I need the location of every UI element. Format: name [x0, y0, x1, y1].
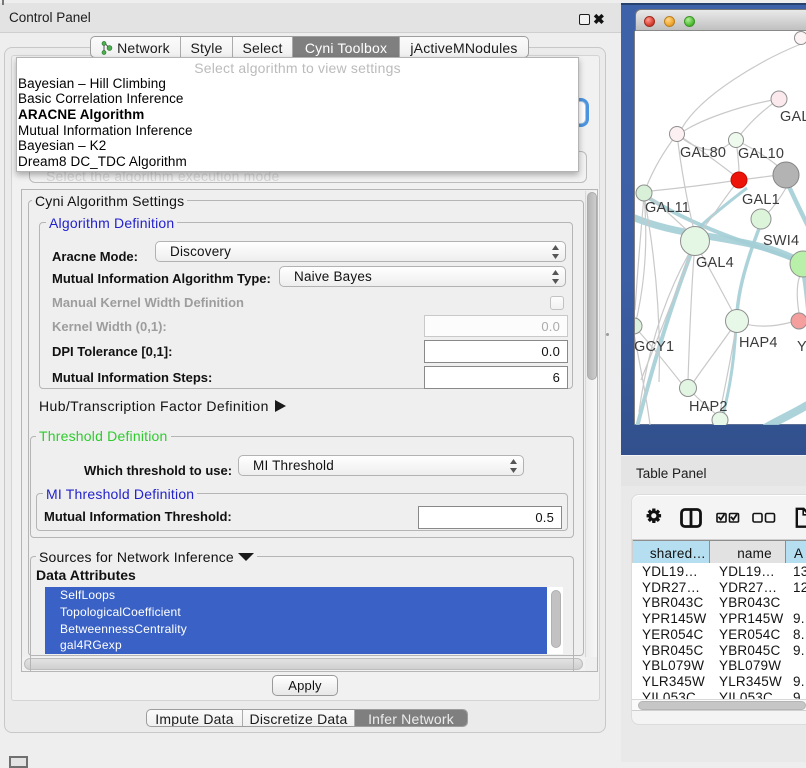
svg-text:YD: YD [797, 339, 806, 355]
svg-text:GAL7: GAL7 [780, 109, 806, 125]
svg-text:GCY1: GCY1 [635, 339, 674, 355]
svg-text:HAP4: HAP4 [739, 335, 778, 351]
svg-text:HAP2: HAP2 [689, 399, 728, 415]
svg-text:GAL80: GAL80 [680, 145, 726, 161]
svg-text:GAL10: GAL10 [738, 146, 784, 162]
svg-text:SWI4: SWI4 [763, 233, 799, 249]
svg-text:GAL11: GAL11 [645, 200, 690, 216]
svg-text:GAL1: GAL1 [742, 192, 780, 208]
svg-text:GAL4: GAL4 [696, 255, 734, 271]
